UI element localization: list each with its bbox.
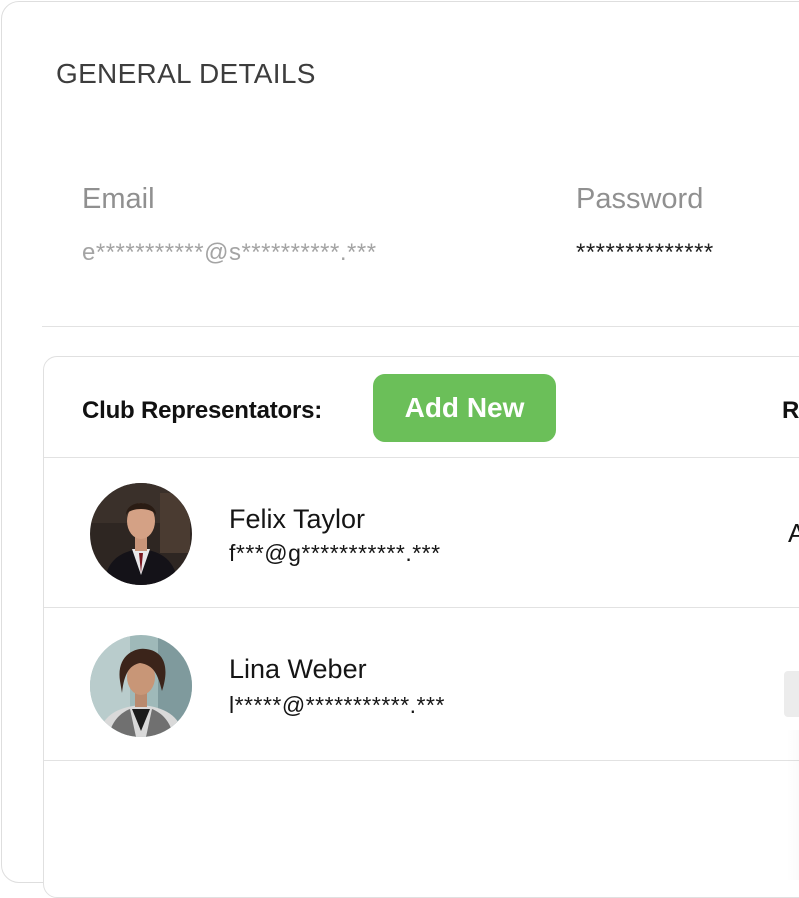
rep-email: f***@g***********.*** [229, 540, 441, 566]
email-value: e***********@s**********.*** [82, 239, 377, 266]
password-value: ************** [576, 239, 714, 266]
rep-name: Felix Taylor [229, 504, 366, 534]
reps-header: Club Representators: Add New R [44, 357, 799, 458]
password-label: Password [576, 183, 704, 215]
table-row[interactable]: Lina Weber l*****@***********.*** [44, 607, 799, 761]
role-cell-partial: A [788, 518, 799, 549]
column-heading-partial: R [782, 397, 799, 424]
avatar [90, 635, 192, 737]
edge-shadow [786, 730, 799, 880]
table-row[interactable]: Felix Taylor f***@g***********.*** A [44, 457, 799, 608]
avatar-photo-icon [90, 483, 192, 585]
reps-title: Club Representators: [82, 397, 323, 424]
email-label: Email [82, 183, 155, 215]
table-row-empty [44, 760, 799, 897]
club-representators-panel: Club Representators: Add New R Felix Tay… [43, 356, 799, 898]
add-new-button[interactable]: Add New [373, 374, 556, 442]
avatar [90, 483, 192, 585]
role-cell-placeholder [784, 671, 799, 717]
rep-name: Lina Weber [229, 654, 367, 684]
rep-email: l*****@***********.*** [229, 692, 445, 718]
section-title: GENERAL DETAILS [56, 58, 316, 89]
section-divider [42, 326, 799, 327]
avatar-photo-icon [90, 635, 192, 737]
